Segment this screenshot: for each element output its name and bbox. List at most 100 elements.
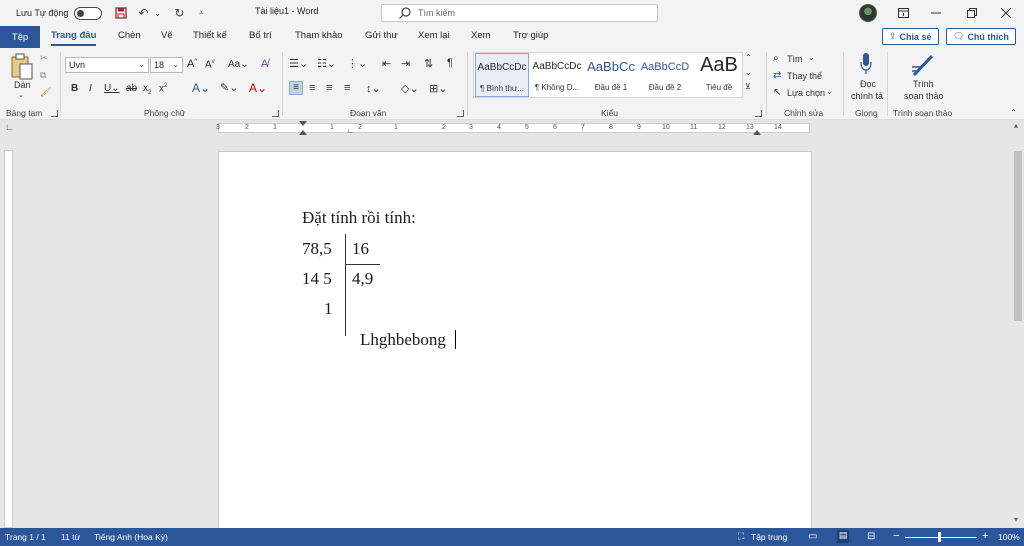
redo-icon[interactable]: ↻	[170, 4, 188, 22]
styles-launcher-icon[interactable]	[755, 110, 762, 117]
find-label[interactable]: Tìm	[787, 54, 803, 64]
tab-draw[interactable]: Vẽ	[161, 30, 173, 41]
shrink-font-icon[interactable]: Av	[205, 59, 215, 70]
highlight-icon[interactable]: ✎⌄	[220, 81, 238, 94]
microphone-icon[interactable]	[859, 52, 873, 78]
subscript-icon[interactable]: x2	[143, 83, 151, 96]
vertical-ruler[interactable]	[4, 150, 13, 528]
customize-toolbar-icon[interactable]: ⩡	[192, 4, 210, 22]
save-icon[interactable]	[112, 4, 130, 22]
bullets-icon[interactable]: ☰⌄	[289, 57, 308, 70]
editor-pen-icon[interactable]	[910, 53, 936, 79]
collapse-ribbon-icon[interactable]: ⌃	[1010, 108, 1017, 117]
increase-indent-icon[interactable]: ⇥	[401, 57, 410, 70]
zoom-level[interactable]: 100%	[998, 532, 1020, 542]
zoom-slider-track[interactable]	[905, 537, 977, 538]
zoom-slider-thumb[interactable]	[938, 532, 941, 542]
sort-icon[interactable]: ⇅	[424, 57, 433, 70]
styles-more-icon[interactable]: ⊻	[745, 82, 751, 91]
doc-extra-text[interactable]: Lhghbebong	[360, 330, 446, 350]
right-indent-marker[interactable]	[753, 130, 761, 135]
tab-review[interactable]: Xem lại	[418, 30, 450, 41]
ruler-scale[interactable]: 3 2 1 1 2 1 2 3 4 5 6 7 8 9 10 11 12 13 …	[216, 121, 810, 135]
tab-view[interactable]: Xem	[471, 30, 491, 41]
focus-icon[interactable]: ⛶	[738, 531, 744, 542]
autosave-toggle[interactable]	[74, 6, 103, 20]
doc-dividend[interactable]: 78,5	[302, 239, 332, 259]
first-line-indent-marker[interactable]	[299, 121, 307, 126]
clipboard-launcher-icon[interactable]	[51, 110, 58, 117]
tab-help[interactable]: Trợ giúp	[513, 30, 548, 41]
style-normal[interactable]: AaBbCcDc ¶ Bình thư...	[475, 53, 529, 97]
tab-insert[interactable]: Chèn	[118, 30, 141, 41]
tab-layout[interactable]: Bố trí	[249, 30, 272, 41]
numbering-icon[interactable]: ☷⌄	[317, 57, 336, 70]
web-layout-icon[interactable]: ⊟	[867, 531, 875, 542]
tab-stop-marker[interactable]: ∟	[347, 128, 354, 135]
clear-formatting-icon[interactable]: A̸	[261, 58, 268, 70]
style-heading-2[interactable]: AaBbCcD Đầu đề 2	[638, 53, 692, 97]
tab-file[interactable]: Tệp	[0, 26, 40, 48]
ribbon-display-options-icon[interactable]	[893, 3, 913, 23]
hanging-indent-marker[interactable]	[299, 130, 307, 135]
scroll-down-icon[interactable]: ▾	[1014, 515, 1018, 524]
find-icon[interactable]: ⌕	[773, 53, 779, 64]
search-input[interactable]	[418, 8, 618, 18]
font-size-combo[interactable]: 18 ⌄	[150, 57, 183, 73]
doc-remainder-1[interactable]: 14 5	[302, 269, 332, 289]
font-color-icon[interactable]: A⌄	[249, 81, 267, 95]
minimize-icon[interactable]	[926, 3, 946, 23]
avatar[interactable]	[859, 4, 877, 22]
page-count[interactable]: Trang 1 / 1	[5, 532, 46, 542]
search-box[interactable]	[381, 4, 658, 22]
change-case-icon[interactable]: Aa⌄	[228, 59, 249, 70]
focus-mode-button[interactable]: Tập trung	[751, 532, 787, 542]
tab-mailings[interactable]: Gửi thư	[365, 30, 398, 41]
line-spacing-icon[interactable]: ↕⌄	[366, 82, 381, 95]
find-dropdown-icon[interactable]: ⌄	[808, 53, 815, 62]
strikethrough-icon[interactable]: ab	[126, 83, 137, 94]
justify-icon[interactable]: ≡	[344, 82, 350, 94]
zoom-in-button[interactable]: +	[982, 530, 988, 542]
styles-scroll-down-icon[interactable]: ⌄	[745, 68, 752, 77]
editor-label-line1[interactable]: Trình	[913, 79, 934, 89]
dictate-label-line1[interactable]: Đọc	[860, 79, 876, 89]
align-center-icon[interactable]: ≡	[309, 82, 315, 94]
tab-home[interactable]: Trang đầu	[51, 30, 97, 46]
shading-icon[interactable]: ◇⌄	[401, 82, 419, 95]
doc-remainder-2[interactable]: 1	[324, 299, 333, 319]
style-title[interactable]: AaB Tiêu đề	[692, 53, 746, 97]
style-no-spacing[interactable]: AaBbCcDc ¶ Không D...	[530, 53, 584, 97]
paste-dropdown-icon[interactable]: ⌄	[18, 91, 24, 99]
select-dropdown-icon[interactable]: ⌄	[826, 87, 833, 96]
superscript-icon[interactable]: x2	[159, 83, 167, 94]
replace-icon[interactable]: ⇄	[773, 70, 781, 81]
doc-divisor[interactable]: 16	[352, 239, 369, 259]
font-launcher-icon[interactable]	[272, 110, 279, 117]
replace-label[interactable]: Thay thế	[787, 71, 822, 81]
copy-icon[interactable]: ⧉	[40, 70, 46, 81]
close-icon[interactable]	[996, 3, 1016, 23]
align-left-icon[interactable]: ≡	[289, 81, 303, 95]
borders-icon[interactable]: ⊞⌄	[429, 82, 447, 95]
doc-heading[interactable]: Đặt tính rồi tính:	[302, 208, 416, 228]
select-label[interactable]: Lựa chọn	[787, 88, 825, 98]
undo-dropdown-icon[interactable]: ⌄	[148, 4, 166, 22]
comments-button[interactable]: 🗨 Chú thích	[946, 28, 1016, 45]
show-formatting-icon[interactable]: ¶	[447, 57, 453, 69]
decrease-indent-icon[interactable]: ⇤	[382, 57, 391, 70]
grow-font-icon[interactable]: A^	[187, 58, 197, 70]
text-effects-icon[interactable]: A⌄	[192, 81, 210, 95]
word-count[interactable]: 11 từ	[61, 532, 80, 542]
language-indicator[interactable]: Tiếng Anh (Hoa Kỳ)	[94, 532, 168, 542]
bold-icon[interactable]: B	[71, 83, 78, 94]
scrollbar-thumb[interactable]	[1014, 151, 1022, 321]
zoom-out-button[interactable]: −	[893, 530, 899, 542]
underline-icon[interactable]: U⌄	[104, 83, 120, 94]
horizontal-ruler[interactable]: ∟ 3 2 1 1 2 1 2 3 4 5 6 7 8 9 10 11 12 1…	[0, 121, 1024, 135]
styles-scroll-up-icon[interactable]: ⌃	[745, 53, 752, 62]
cut-icon[interactable]: ✂	[40, 53, 48, 64]
format-painter-icon[interactable]: 🖌	[40, 87, 51, 98]
tab-design[interactable]: Thiết kế	[193, 30, 227, 41]
paste-button-label[interactable]: Dán	[14, 80, 31, 90]
